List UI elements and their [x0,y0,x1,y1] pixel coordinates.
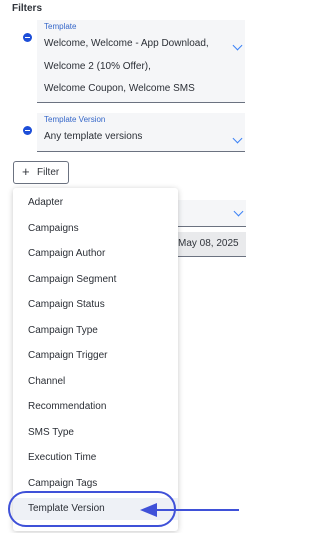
annotation-arrow-icon [140,503,239,517]
